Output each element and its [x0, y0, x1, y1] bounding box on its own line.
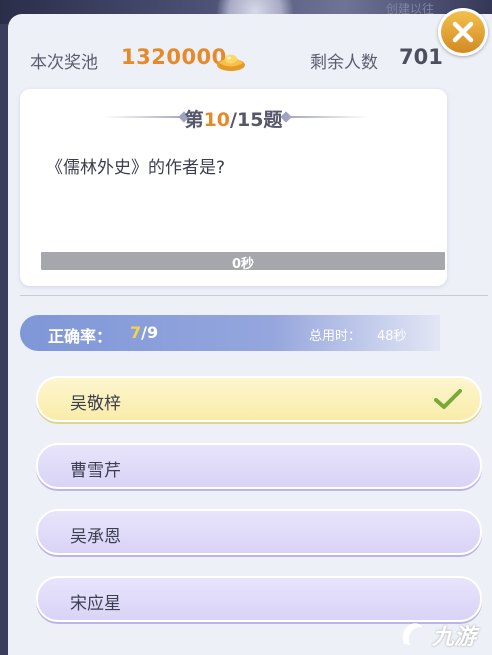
watermark-logo-icon: [402, 623, 423, 645]
option-label: 吴敬梓: [70, 394, 121, 414]
countdown-bar: 0秒: [41, 252, 445, 272]
accuracy-label: 正确率：: [48, 327, 113, 346]
option-2[interactable]: 曹雪芹: [36, 443, 482, 489]
option-4[interactable]: 宋应星: [36, 576, 482, 622]
question-number-prefix: 第: [184, 109, 204, 131]
total-time-label: 总用时：: [309, 329, 362, 344]
question-text: 《儒林外史》的作者是?: [46, 158, 226, 178]
question-number-suffix: 题: [263, 109, 283, 131]
watermark: 九游: [396, 617, 488, 651]
quiz-header: 本次奖池 1320000 剩余人数 701: [8, 14, 484, 88]
option-label: 宋应星: [70, 594, 121, 614]
question-total: /15: [230, 109, 264, 131]
accuracy-total-count: /9: [141, 323, 159, 342]
option-label: 曹雪芹: [70, 461, 121, 481]
prize-pool-label: 本次奖池: [30, 53, 98, 73]
remaining-players-label: 剩余人数: [310, 53, 378, 73]
title-decoration-right: [288, 116, 368, 118]
close-icon: [452, 21, 474, 43]
total-time-value: 48秒: [377, 329, 407, 344]
question-number: 第10/15题: [20, 105, 447, 132]
checkmark-icon: [434, 389, 462, 409]
gold-ingot-icon: [217, 54, 245, 71]
question-card: 第10/15题 《儒林外史》的作者是? 0秒: [20, 89, 447, 286]
watermark-text: 九游: [432, 625, 477, 650]
accuracy-correct-count: 7: [130, 323, 142, 342]
option-3[interactable]: 吴承恩: [36, 509, 482, 555]
countdown-text: 0秒: [231, 257, 255, 272]
option-1[interactable]: 吴敬梓: [36, 376, 482, 422]
divider: [20, 295, 488, 296]
close-button[interactable]: [438, 8, 488, 56]
stats-bar: 正确率： 7/9 总用时： 48秒: [20, 315, 440, 351]
question-current: 10: [203, 109, 231, 131]
option-label: 吴承恩: [70, 527, 121, 547]
accuracy-value: 7/9: [130, 323, 158, 342]
prize-pool-value: 1320000: [121, 45, 227, 69]
quiz-panel: 本次奖池 1320000 剩余人数 701 第10/15题 《儒林外史》的作者是…: [8, 8, 492, 655]
remaining-players-value: 701: [399, 45, 443, 69]
